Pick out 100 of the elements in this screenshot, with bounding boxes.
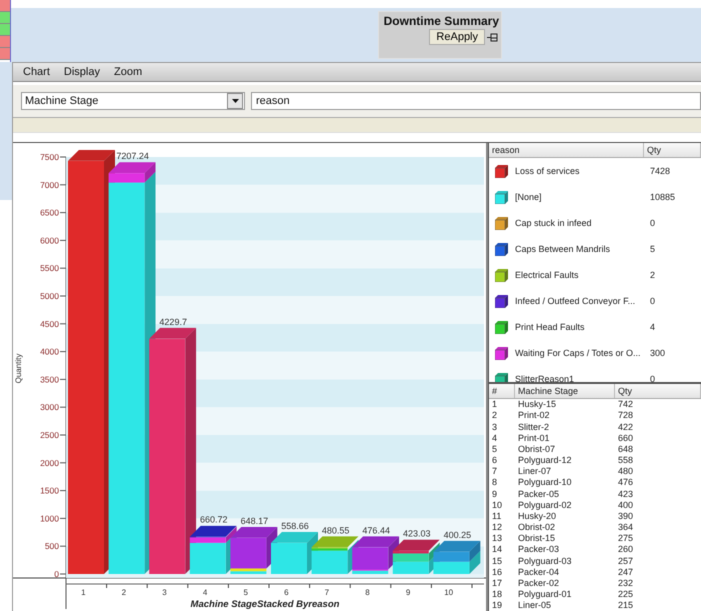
value-label: 660.72 (200, 514, 228, 525)
value-label: 7207.24 (116, 151, 149, 162)
y-tick-label: 0 (54, 569, 60, 579)
y-tick: 7000 (40, 180, 66, 190)
legend-label: [None] (515, 192, 543, 202)
legend-label: Loss of services (515, 166, 581, 176)
legend-qty: 10885 (650, 192, 676, 202)
value-label: 648.17 (240, 516, 268, 526)
table-cell-text: 6 (491, 455, 498, 466)
column-header[interactable]: reason (489, 143, 644, 157)
y-tick-label: 1500 (40, 486, 60, 496)
x-axis-title: Machine StageStacked Byreason (190, 599, 340, 609)
table-cell-text: 14 (491, 544, 504, 554)
value-label: 4229.7 (159, 316, 187, 327)
table-cell-text: 257 (617, 556, 634, 566)
table-cell-text: 728 (617, 410, 634, 420)
table-cell-text: Polyguard-12 (517, 455, 573, 466)
table-cell-text: 215 (617, 600, 634, 610)
x-tick-label: 8 (365, 588, 370, 597)
column-header[interactable]: # (489, 384, 515, 398)
table-cell-text: Obrist-02 (517, 522, 556, 532)
x-tick-label: 1 (81, 588, 86, 597)
y-tick: 4000 (40, 346, 66, 357)
table-cell-text: 364 (617, 522, 634, 532)
y-tick: 5500 (40, 263, 66, 274)
table-cell-text: 12 (491, 522, 504, 532)
y-tick: 1000 (40, 513, 66, 524)
table-cell-text: 3 (491, 422, 498, 432)
group-by-dropdown[interactable]: Machine Stage (21, 92, 245, 110)
pin-icon[interactable] (487, 32, 499, 42)
table-cell-text: 2 (491, 410, 498, 420)
table-cell-text: Packer-05 (517, 488, 560, 499)
table-cell-text: 1 (491, 399, 498, 410)
y-tick: 3000 (40, 402, 66, 412)
value-label: 400.25 (444, 530, 472, 540)
reapply-button[interactable]: ReApply (429, 29, 485, 45)
table-cell-text: 422 (617, 422, 634, 432)
table-cell-text: 15 (491, 556, 504, 566)
x-tick-label: 7 (324, 588, 330, 597)
table-cell-text: Obrist-07 (517, 444, 556, 454)
dropdown-arrow-icon (232, 99, 238, 103)
menu-item[interactable]: Zoom (114, 66, 152, 78)
y-tick: 3500 (40, 374, 66, 384)
x-tick-label: 5 (243, 588, 248, 597)
x-tick-label: 10 (444, 588, 454, 597)
table-cell-text: Print-02 (517, 410, 551, 420)
table-cell-text: 225 (617, 589, 634, 600)
table-cell-text: 18 (491, 589, 504, 600)
table-cell-text: 648 (617, 444, 634, 454)
table-cell-text: 260 (617, 544, 634, 554)
column-header[interactable]: Qty (615, 384, 701, 398)
table-cell-text: 660 (617, 432, 634, 443)
table-cell-text: 5 (491, 444, 498, 454)
y-tick-label: 6500 (40, 208, 60, 218)
y-tick: 6500 (40, 208, 66, 218)
column-header[interactable]: Qty (644, 143, 701, 157)
table-cell-text: Liner-05 (517, 600, 552, 610)
y-tick-label: 4000 (40, 346, 60, 357)
menu-item[interactable]: Display (64, 66, 110, 78)
table-cell-text: 11 (491, 510, 502, 521)
value-label: 423.03 (403, 528, 431, 539)
table-cell-text: 480 (617, 466, 634, 476)
legend-label: Infeed / Outfeed Conveyor F... (515, 296, 636, 306)
table-cell-text: 558 (617, 455, 634, 466)
table-cell-text: 13 (491, 533, 504, 544)
y-axis-title: Quantity (14, 354, 23, 384)
y-tick: 6000 (40, 235, 66, 246)
table-cell-text: 423 (617, 488, 634, 499)
legend-qty: 5 (650, 244, 656, 254)
table-cell-text: 476 (617, 477, 634, 488)
value-label: 476.44 (362, 525, 390, 536)
table-cell-text: Polyguard-03 (517, 556, 573, 566)
table-cell-text: 390 (617, 510, 634, 521)
legend-label: Caps Between Mandrils (515, 244, 612, 254)
stack-by-field[interactable]: reason (251, 92, 701, 110)
table-cell-text: Polyguard-10 (517, 477, 573, 488)
legend-qty: 7428 (650, 166, 672, 176)
y-tick: 500 (44, 541, 66, 552)
value-label: 558.66 (281, 520, 309, 531)
table-cell-text: Polyguard-01 (517, 589, 573, 600)
table-cell-text: 9 (491, 488, 498, 499)
bar (392, 550, 429, 554)
menu-item[interactable]: Chart (23, 66, 60, 78)
table-cell-text: 8 (491, 477, 498, 488)
table-cell-text: Slitter-2 (517, 422, 550, 432)
y-tick: 5000 (40, 291, 66, 301)
table-cell-text: Liner-07 (517, 466, 552, 476)
table-cell-text: Polyguard-02 (517, 500, 573, 510)
table-cell-text: Print-01 (517, 432, 551, 443)
x-tick-label: 2 (122, 588, 126, 597)
legend-label: Print Head Faults (515, 322, 586, 332)
y-tick-label: 5500 (40, 263, 60, 274)
legend-qty: 2 (650, 270, 656, 280)
legend-label: Cap stuck in infeed (515, 218, 593, 228)
x-tick-label: 4 (202, 588, 208, 597)
y-tick: 7500 (40, 152, 66, 162)
column-header[interactable]: Machine Stage (515, 384, 615, 398)
table-cell-text: Packer-03 (517, 544, 560, 554)
legend-qty: 4 (650, 322, 656, 332)
legend-label: Waiting For Caps / Totes or O... (515, 348, 642, 358)
